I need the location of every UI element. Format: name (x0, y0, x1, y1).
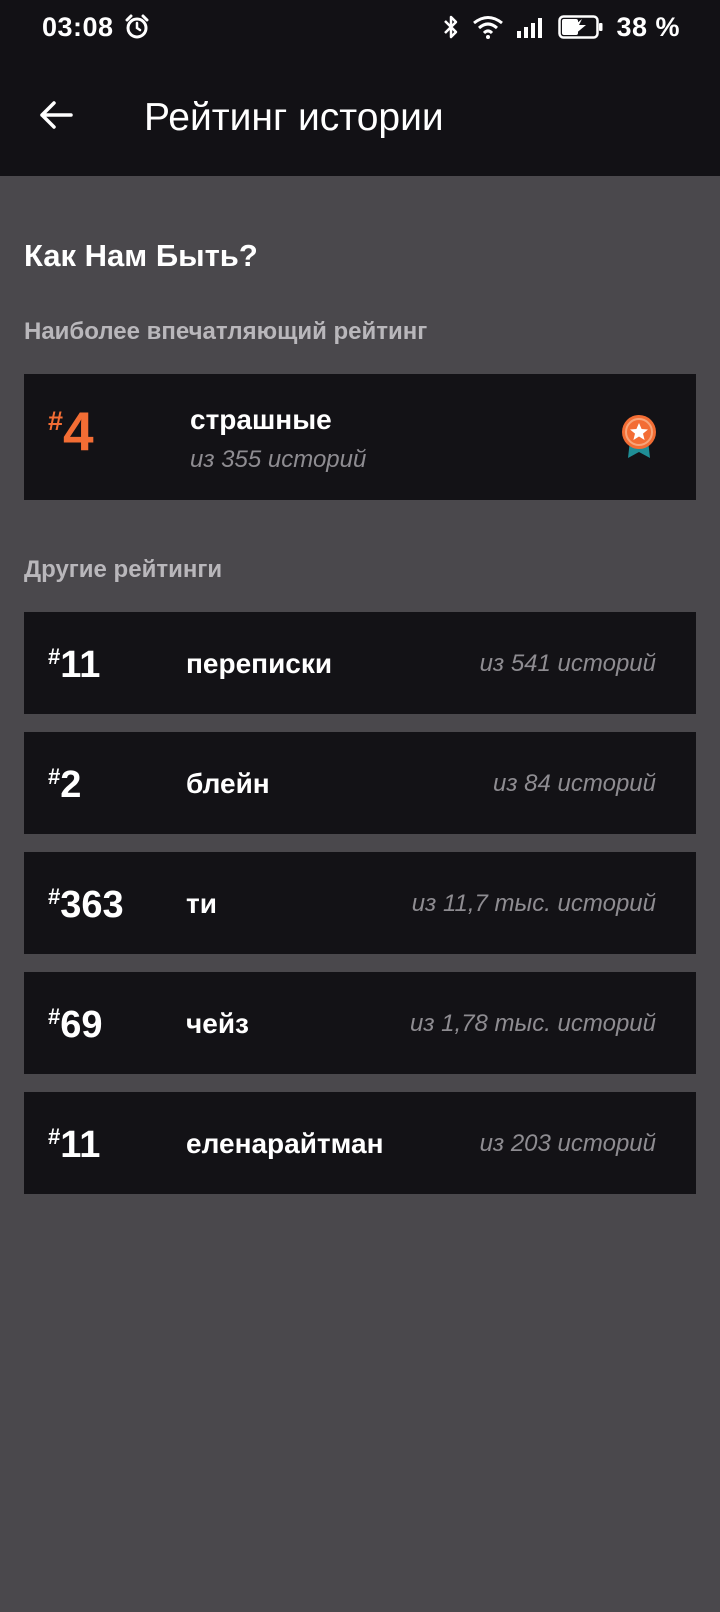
rank-tag: еленарайтман (186, 1128, 384, 1159)
rank-value: 363 (60, 884, 124, 926)
bluetooth-icon (442, 14, 460, 40)
rank-value: 69 (60, 1004, 103, 1046)
most-impressive-label: Наиболее впечатляющий рейтинг (24, 318, 428, 345)
rank-hash: # (48, 764, 61, 789)
rank-count: из 203 историй (479, 1130, 656, 1157)
signal-icon (516, 15, 546, 39)
app-bar: Рейтинг истории (0, 54, 720, 176)
rank-value: 2 (60, 764, 82, 806)
rank-hash: # (48, 1124, 61, 1149)
top-rank-card[interactable]: #4 страшные из 355 историй (24, 374, 696, 500)
alarm-icon (124, 14, 150, 40)
rank-card[interactable]: #363 ти из 11,7 тыс. историй (24, 852, 696, 954)
status-bar: 03:08 38 % (0, 0, 720, 54)
page-title: Рейтинг истории (144, 96, 444, 139)
medal-star-icon (620, 414, 658, 465)
rank-number: #11 (48, 1124, 101, 1166)
rank-hash: # (48, 884, 61, 909)
rank-value: 4 (63, 400, 94, 462)
top-rank-count: из 355 историй (190, 446, 367, 473)
rank-hash: # (48, 644, 61, 669)
back-button[interactable] (36, 95, 76, 135)
battery-charging-icon (558, 14, 604, 40)
rank-count: из 11,7 тыс. историй (411, 890, 656, 917)
rank-number: #11 (48, 644, 101, 686)
rank-count: из 1,78 тыс. историй (410, 1010, 656, 1037)
battery-percent: 38 % (616, 11, 680, 42)
status-bar-right: 38 % (442, 12, 680, 43)
rank-card[interactable]: #2 блейн из 84 историй (24, 732, 696, 834)
top-rank-tag: страшные (190, 404, 332, 435)
rank-value: 11 (60, 644, 101, 686)
wifi-icon (472, 15, 504, 39)
rank-hash: # (48, 406, 64, 436)
rank-tag: переписки (186, 648, 333, 679)
rank-count: из 84 историй (493, 770, 656, 797)
rank-hash: # (48, 1004, 61, 1029)
story-title: Как Нам Быть? (24, 238, 258, 273)
status-time: 03:08 (42, 11, 114, 42)
rank-number: #69 (48, 1004, 103, 1046)
arrow-back-icon (39, 100, 73, 130)
top-rank-number: #4 (48, 404, 94, 459)
rank-card[interactable]: #69 чейз из 1,78 тыс. историй (24, 972, 696, 1074)
rank-tag: чейз (186, 1008, 249, 1039)
rank-count: из 541 историй (479, 650, 656, 677)
rank-card[interactable]: #11 переписки из 541 историй (24, 612, 696, 714)
status-bar-left: 03:08 (42, 12, 150, 43)
rank-tag: ти (186, 888, 217, 919)
rank-number: #2 (48, 764, 82, 806)
rank-number: #363 (48, 884, 124, 926)
rank-value: 11 (60, 1124, 101, 1166)
rank-card[interactable]: #11 еленарайтман из 203 историй (24, 1092, 696, 1194)
other-ratings-label: Другие рейтинги (24, 556, 223, 583)
rank-tag: блейн (186, 768, 270, 799)
